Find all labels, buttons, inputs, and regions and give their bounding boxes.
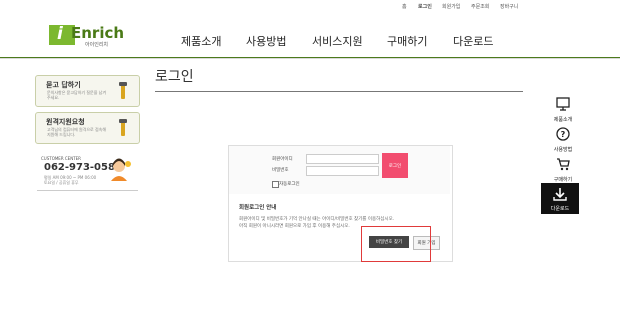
remote-desc: 고객님의 컴퓨터에 원격으로 접속해 지원해 드립니다.	[47, 127, 107, 137]
nav-howto[interactable]: 사용방법	[246, 33, 286, 49]
operator-avatar-icon	[111, 158, 131, 181]
page-title-divider	[155, 91, 523, 92]
quick-howto[interactable]: ? 사용방법	[544, 123, 582, 155]
quick-download[interactable]: 다운로드	[541, 183, 579, 214]
tool-icon	[119, 119, 127, 136]
quick-products-label: 제품소개	[553, 117, 573, 123]
sidebar-qna-card[interactable]: 묻고 답하기 문의사항은 묻고답하기 질문을 남겨주세요.	[35, 75, 140, 107]
customer-center-hours: 평일 AM 09:00 ~ PM 06:00 토요일 / 공휴일 휴무	[44, 175, 97, 185]
pw-label: 비밀번호	[272, 168, 289, 173]
quick-howto-label: 사용방법	[553, 147, 573, 153]
id-label: 회원아이디	[272, 157, 293, 162]
quick-download-label: 다운로드	[550, 206, 570, 212]
password-input[interactable]	[306, 166, 379, 176]
quick-purchase[interactable]: 구매하기	[544, 153, 582, 185]
download-icon	[553, 188, 567, 201]
qna-desc: 문의사항은 묻고답하기 질문을 남겨주세요.	[47, 90, 107, 100]
page-title: 로그인	[155, 69, 194, 85]
nav-products[interactable]: 제품소개	[181, 33, 221, 49]
util-order-link[interactable]: 주문조회	[471, 3, 489, 10]
nav-support[interactable]: 서비스지원	[312, 33, 363, 49]
customer-center-divider	[37, 190, 138, 191]
tool-icon	[119, 82, 127, 99]
auto-login-checkbox[interactable]	[272, 181, 279, 188]
customer-center-label: CUSTOMER CENTER	[41, 156, 81, 161]
site-logo[interactable]: i Enrich 아이인리치	[49, 24, 129, 48]
logo-i: i	[57, 24, 63, 44]
nav-download[interactable]: 다운로드	[453, 33, 493, 49]
quick-products[interactable]: 제품소개	[544, 93, 582, 125]
question-icon: ?	[556, 127, 570, 141]
logo-wordmark: Enrich	[71, 24, 125, 42]
nav-purchase[interactable]: 구매하기	[387, 33, 427, 49]
nav-divider-shadow	[0, 58, 620, 59]
qna-title: 묻고 답하기	[46, 81, 81, 89]
remote-title: 원격지원요청	[46, 118, 85, 126]
highlight-box	[361, 226, 431, 262]
auto-login-label: 자동로그인	[279, 182, 300, 187]
cart-icon	[557, 158, 570, 171]
logo-subtitle: 아이인리치	[85, 42, 109, 48]
member-info-title: 회원로그인 안내	[239, 205, 277, 211]
login-button[interactable]: 로그인	[382, 153, 408, 178]
id-input[interactable]	[306, 154, 379, 164]
quick-purchase-label: 구매하기	[553, 177, 573, 183]
util-join-link[interactable]: 회원가입	[442, 3, 460, 10]
util-home-link[interactable]: 홈	[402, 3, 407, 10]
util-cart-link[interactable]: 장바구니	[500, 3, 518, 10]
svg-text:?: ?	[561, 130, 566, 139]
util-login-link[interactable]: 로그인	[418, 3, 432, 10]
monitor-icon	[556, 97, 570, 111]
sidebar-remote-card[interactable]: 원격지원요청 고객님의 컴퓨터에 원격으로 접속해 지원해 드립니다.	[35, 112, 140, 144]
